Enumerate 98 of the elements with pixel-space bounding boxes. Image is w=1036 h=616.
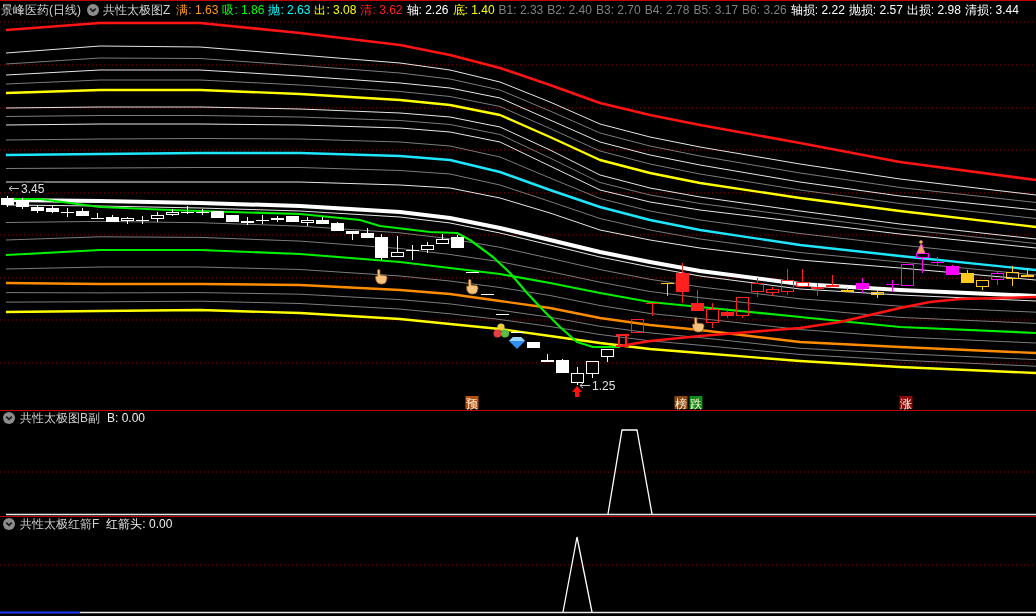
pointing-hand-icon: [466, 279, 479, 295]
candlestick: [510, 331, 525, 334]
candlestick: [465, 271, 480, 274]
candlestick: [856, 277, 869, 294]
indicator-reading: B4: 2.78: [644, 3, 690, 17]
candlestick: [571, 366, 584, 386]
candlestick: [991, 271, 1004, 286]
candlestick: [60, 207, 75, 218]
indicator-name: 共性太极图Z: [103, 1, 171, 19]
signal-badge: 预: [465, 396, 479, 410]
candlestick: [451, 234, 464, 248]
indicator-reading: 轴: 2.26: [406, 1, 449, 19]
candlestick: [766, 286, 779, 297]
candlestick: [76, 207, 89, 216]
signal-badge: 跌: [689, 396, 703, 410]
candlestick: [226, 215, 239, 222]
candlestick: [135, 215, 150, 225]
candlestick: [706, 302, 719, 329]
left-arrow-icon: [8, 185, 20, 192]
candlestick: [841, 286, 854, 292]
candlestick: [556, 358, 569, 373]
candlestick: [691, 289, 704, 311]
price-label: 3.45: [21, 182, 45, 196]
candlestick: [31, 204, 44, 214]
collapse-icon[interactable]: [3, 412, 15, 424]
indicator-name: 共性太极红箭F: [20, 517, 100, 533]
candlestick: [721, 307, 734, 319]
candlestick: [180, 205, 195, 215]
candlestick: [301, 216, 314, 227]
candlestick: [541, 353, 554, 362]
candlestick: [421, 241, 434, 254]
candlestick: [405, 244, 420, 261]
collapse-icon[interactable]: [3, 518, 15, 530]
indicator-reading: 抛: 2.63: [268, 1, 311, 19]
candlestick: [631, 319, 644, 333]
candlestick: [316, 216, 329, 224]
pointing-hand-icon: [692, 317, 705, 333]
pointing-hand-icon: [375, 269, 388, 285]
double-bar-icon: [616, 334, 629, 347]
indicator-reading: 轴损: 2.22: [790, 1, 845, 19]
indicator-reading: 吸: 1.86: [222, 1, 265, 19]
candlestick: [255, 214, 270, 225]
candlestick: [391, 235, 404, 257]
candlestick: [480, 293, 495, 296]
candlestick: [1, 195, 14, 208]
candlestick: [1021, 267, 1034, 277]
collapse-icon[interactable]: [87, 4, 99, 16]
indicator-reading: B5: 3.17: [693, 3, 739, 17]
indicator-reading: B6: 3.26: [742, 3, 787, 17]
three-balls-icon: [493, 323, 509, 338]
chart-title: 景峰医药(日线): [1, 1, 81, 19]
indicator-reading: 出: 3.08: [314, 1, 357, 19]
candlestick: [286, 216, 299, 222]
indicator-reading: 清损: 3.44: [964, 1, 1019, 19]
candlestick: [781, 268, 794, 296]
candlestick: [645, 302, 660, 317]
candlestick: [495, 313, 510, 316]
candlestick: [121, 216, 134, 225]
candlestick: [751, 277, 764, 298]
candlestick: [601, 349, 614, 363]
candlestick: [736, 297, 749, 319]
indicator-reading: 出损: 2.98: [906, 1, 961, 19]
candlestick: [976, 280, 989, 291]
candlestick: [826, 274, 839, 287]
candlestick: [46, 205, 59, 214]
candlestick: [1006, 265, 1019, 287]
candlestick: [436, 233, 449, 244]
candlestick: [871, 289, 884, 299]
candlestick: [946, 264, 959, 275]
candlestick: [586, 361, 599, 379]
candlestick: [811, 282, 824, 297]
indicator-reading: B1: 2.33: [498, 3, 544, 17]
signal-badge: 涨: [899, 396, 913, 410]
signal-badge: 榜: [674, 396, 688, 410]
candlestick: [151, 211, 164, 223]
candlestick: [166, 208, 179, 217]
indicator-reading: 满: 1.63: [176, 1, 219, 19]
candlestick: [961, 269, 974, 283]
indicator-reading: B: 0.00: [107, 411, 146, 425]
candlestick: [796, 268, 809, 287]
indicator-reading: B3: 2.70: [595, 3, 641, 17]
left-arrow-icon: [579, 382, 591, 389]
price-label: 1.25: [592, 379, 616, 393]
up-arrow-icon: [572, 386, 582, 397]
candlestick: [346, 231, 359, 241]
indicator-reading: B2: 2.40: [547, 3, 592, 17]
indicator-reading: 抛损: 2.57: [848, 1, 903, 19]
indicator-reading: 底: 1.40: [452, 1, 495, 19]
candlestick: [241, 216, 254, 226]
figure-icon: [916, 240, 926, 254]
candlestick: [16, 197, 29, 210]
candlestick: [331, 221, 344, 231]
indicator-name: 共性太极图B副: [20, 411, 100, 427]
candlestick: [527, 342, 540, 348]
candlestick: [931, 256, 944, 266]
indicator-reading: 清: 3.62: [360, 1, 403, 19]
indicator-reading: 红箭头: 0.00: [106, 517, 173, 533]
diamond-icon: [509, 337, 525, 349]
